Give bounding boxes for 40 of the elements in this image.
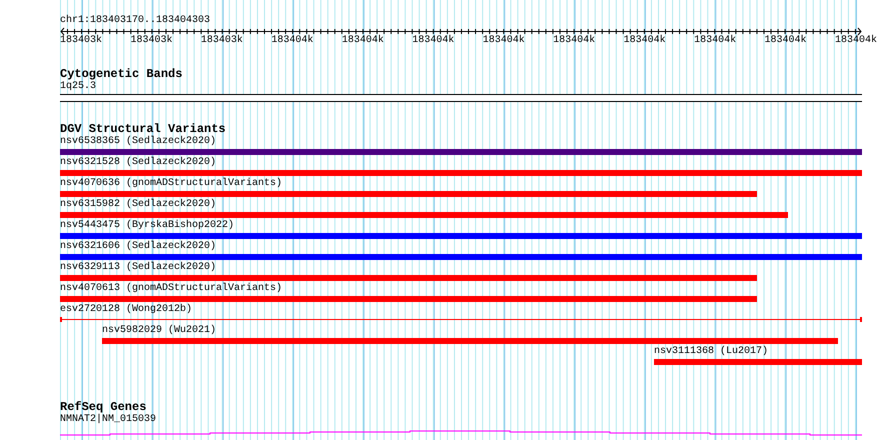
variant-bar[interactable]: [60, 149, 862, 155]
location-text: chr1:183403170..183404303: [60, 15, 210, 27]
variant-bar[interactable]: [654, 359, 862, 365]
variant-bar[interactable]: [60, 275, 757, 281]
variant-bar[interactable]: [60, 212, 788, 218]
band-label: 1q25.3: [60, 81, 96, 93]
ruler-label: 183404k: [482, 35, 525, 46]
ruler-label: 183404k: [553, 35, 596, 46]
variant-bar[interactable]: [60, 191, 757, 197]
variant-label: nsv6315982 (Sedlazeck2020): [60, 199, 216, 211]
variant-label: nsv5443475 (ByrskaBishop2022): [60, 220, 234, 232]
ruler-label: 183404k: [764, 35, 807, 46]
ruler-label: 183404k: [834, 35, 877, 46]
ruler-label: 183404k: [271, 35, 314, 46]
variant-bar[interactable]: [102, 338, 838, 344]
variant-label: nsv6538365 (Sedlazeck2020): [60, 136, 216, 148]
gene-label: NMNAT2|NM_015039: [60, 414, 156, 426]
ruler-label: 183404k: [412, 35, 454, 46]
ruler-label: 183404k: [342, 35, 384, 46]
ruler-label: 183403k: [130, 35, 172, 46]
variant-label: nsv4070636 (gnomADStructuralVariants): [60, 178, 282, 190]
variant-label: nsv3111368 (Lu2017): [654, 346, 768, 358]
variant-line[interactable]: [60, 317, 862, 322]
variant-label: nsv5982029 (Wu2021): [102, 325, 216, 337]
variant-bar[interactable]: [60, 296, 757, 302]
variant-label: nsv6321606 (Sedlazeck2020): [60, 241, 216, 253]
track-title: Cytogenetic Bands: [60, 68, 182, 81]
variant-bar[interactable]: [60, 254, 862, 260]
variant-label: nsv6329113 (Sedlazeck2020): [60, 262, 216, 274]
variant-label: esv2720128 (Wong2012b): [60, 304, 192, 316]
track-title: DGV Structural Variants: [60, 123, 226, 136]
ruler-label: 183404k: [694, 35, 736, 46]
variant-label: nsv6321528 (Sedlazeck2020): [60, 157, 216, 169]
variant-bar[interactable]: [60, 233, 862, 239]
ruler-label: 183404k: [624, 35, 666, 46]
ruler-label: 183403k: [200, 35, 243, 46]
variant-label: nsv4070613 (gnomADStructuralVariants): [60, 283, 282, 295]
variant-bar[interactable]: [60, 170, 862, 176]
track-title: RefSeq Genes: [60, 401, 146, 414]
ruler-label: 183403k: [60, 35, 102, 46]
